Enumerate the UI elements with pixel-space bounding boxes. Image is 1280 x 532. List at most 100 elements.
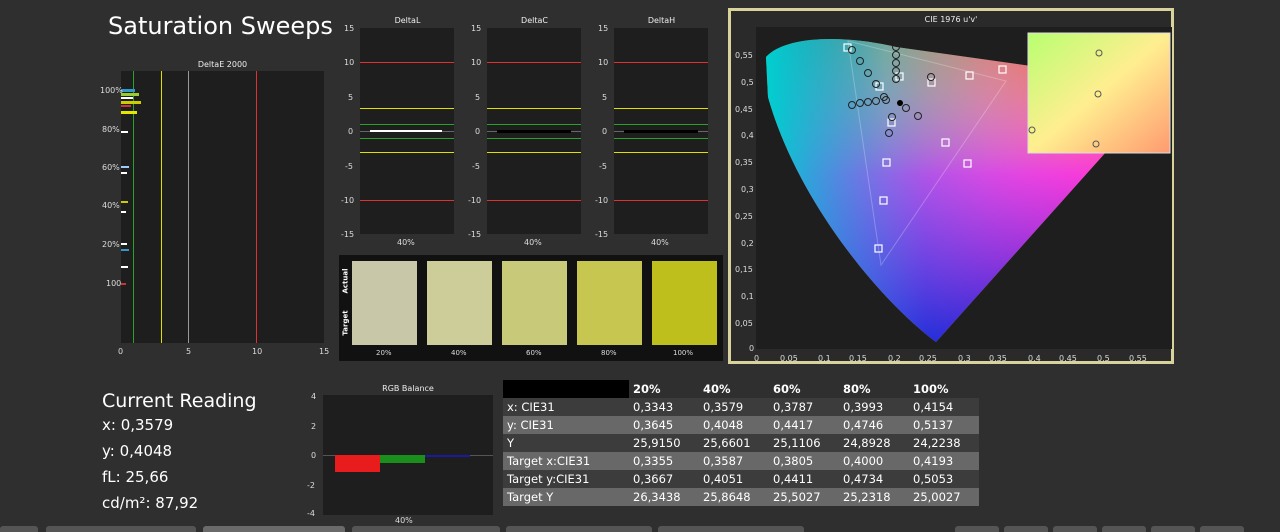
bottom-tab[interactable] xyxy=(1053,526,1097,532)
bottom-tab[interactable] xyxy=(1200,526,1244,532)
xlabel: 40% xyxy=(524,238,542,247)
page-title: Saturation Sweeps xyxy=(108,12,333,40)
table-row-label: Target y:CIE31 xyxy=(503,470,629,488)
cie-inset xyxy=(1027,32,1171,154)
table-cell: 0,3645 xyxy=(629,416,699,434)
ytick: 0 xyxy=(348,127,354,136)
deltae-bar xyxy=(121,89,135,92)
bottom-tab[interactable] xyxy=(1004,526,1048,532)
bottom-tab[interactable] xyxy=(1102,526,1146,532)
deltal-plot xyxy=(360,28,454,234)
delta-value-bar xyxy=(370,130,442,132)
ref-line-m1 xyxy=(360,138,454,139)
deltal-panel: DeltaL 15 10 5 0 -5 -10 -15 40% xyxy=(335,14,455,250)
bottom-tab[interactable] xyxy=(203,526,345,532)
deltae-bar xyxy=(121,211,126,213)
table-cell: 0,3343 xyxy=(629,398,699,416)
swatch-label: 40% xyxy=(451,349,467,357)
table-row: x: CIE31 0,3343 0,3579 0,3787 0,3993 0,4154 xyxy=(503,398,979,416)
current-reading: Current Reading x: 0,3579 y: 0,4048 fL: … xyxy=(102,390,302,525)
color-swatch xyxy=(352,261,417,345)
deltae-bar xyxy=(121,131,128,133)
ytick: 10 xyxy=(598,58,609,67)
swatch-panel: Actual Target 20% 40% 60% 80% 100% xyxy=(339,255,723,361)
ref-line-m10 xyxy=(360,200,454,201)
deltae-chart: DeltaE 2000 100% 80% 60% 40% 20% 100 0 5… xyxy=(100,58,335,363)
deltae-title: DeltaE 2000 xyxy=(197,60,248,69)
cie-ytick: 0,1 xyxy=(741,292,754,301)
rgb-bar-blue xyxy=(425,455,470,457)
bottom-tab[interactable] xyxy=(955,526,999,532)
deltae-ytick: 80% xyxy=(102,125,120,134)
bottom-tab[interactable] xyxy=(352,526,500,532)
cie-xtick: 0,25 xyxy=(919,354,937,363)
cie-xtick: 0,5 xyxy=(1097,354,1110,363)
swatch-row-label-actual: Actual xyxy=(341,268,350,294)
rgb-balance-chart: RGB Balance 4 2 0 -2 -4 40% xyxy=(305,382,495,528)
swatch-label: 20% xyxy=(376,349,392,357)
deltae-bar xyxy=(121,93,139,96)
cie-title: CIE 1976 u'v' xyxy=(924,15,978,24)
deltae-bar xyxy=(121,266,128,268)
ytick: -15 xyxy=(341,230,355,239)
deltae-xtick: 15 xyxy=(319,347,330,356)
rgb-bar-red xyxy=(335,455,380,472)
table-cell: 24,8928 xyxy=(839,434,909,452)
ref-line-m10 xyxy=(487,200,581,201)
table-cell: 0,3355 xyxy=(629,452,699,470)
bottom-tab[interactable] xyxy=(506,526,652,532)
table-cell: 0,3587 xyxy=(699,452,769,470)
cie-xtick: 0,55 xyxy=(1129,354,1147,363)
ref-line-m3 xyxy=(487,152,581,153)
reading-x: x: 0,3579 xyxy=(102,416,174,434)
table-cell: 0,4746 xyxy=(839,416,909,434)
cie-xtick: 0,2 xyxy=(888,354,901,363)
reading-y: y: 0,4048 xyxy=(102,442,173,460)
table-row-label: Target Y xyxy=(503,488,629,506)
table-cell: 0,3805 xyxy=(769,452,839,470)
bottom-tab[interactable] xyxy=(0,526,38,532)
swatch-row-label-target: Target xyxy=(341,310,350,336)
table-header-cell xyxy=(503,380,629,398)
rgb-balance-title: RGB Balance xyxy=(382,384,434,393)
ytick: 10 xyxy=(344,58,355,67)
table-row-label: Y xyxy=(503,434,629,452)
table-cell: 25,0027 xyxy=(909,488,979,506)
cie-ytick: 0,5 xyxy=(741,78,754,87)
deltae-bar xyxy=(121,166,129,168)
cie-xtick: 0,1 xyxy=(818,354,831,363)
deltae-ytick: 20% xyxy=(102,240,120,249)
deltae-line-5 xyxy=(188,71,189,343)
table-cell: 0,3667 xyxy=(629,470,699,488)
cie-xtick: 0,3 xyxy=(958,354,971,363)
bottom-tab[interactable] xyxy=(658,526,804,532)
table-cell: 0,4411 xyxy=(769,470,839,488)
deltae-ytick: 40% xyxy=(102,201,120,210)
table-cell: 25,6601 xyxy=(699,434,769,452)
xlabel: 40% xyxy=(397,238,415,247)
reading-cd: cd/m²: 87,92 xyxy=(102,494,199,512)
table-header-row: 20% 40% 60% 80% 100% xyxy=(503,380,979,398)
table-row-label: y: CIE31 xyxy=(503,416,629,434)
cie-whitepoint xyxy=(897,100,903,106)
bottom-tab[interactable] xyxy=(1151,526,1195,532)
cie-xtick: 0,45 xyxy=(1059,354,1077,363)
cie-ytick: 0,3 xyxy=(741,185,754,194)
ytick: -10 xyxy=(595,196,609,205)
ref-line-m10 xyxy=(614,200,708,201)
deltae-bar xyxy=(121,283,126,285)
table-row: Y 25,9150 25,6601 25,1106 24,8928 24,2238 xyxy=(503,434,979,452)
table-header-cell: 100% xyxy=(909,380,979,398)
swatch-label: 80% xyxy=(601,349,617,357)
deltah-panel: DeltaH 15 10 5 0 -5 -10 -15 40% xyxy=(589,14,709,250)
rgb-bar-green xyxy=(380,455,425,463)
deltae-bar xyxy=(121,249,129,251)
rgb-balance-plot xyxy=(323,395,493,515)
deltae-xtick: 5 xyxy=(186,347,192,356)
ytick: 10 xyxy=(471,58,482,67)
table-cell: 0,4193 xyxy=(909,452,979,470)
table-cell: 0,4417 xyxy=(769,416,839,434)
ytick: -5 xyxy=(472,162,480,171)
reading-fl: fL: 25,66 xyxy=(102,468,169,486)
bottom-tab[interactable] xyxy=(46,526,196,532)
